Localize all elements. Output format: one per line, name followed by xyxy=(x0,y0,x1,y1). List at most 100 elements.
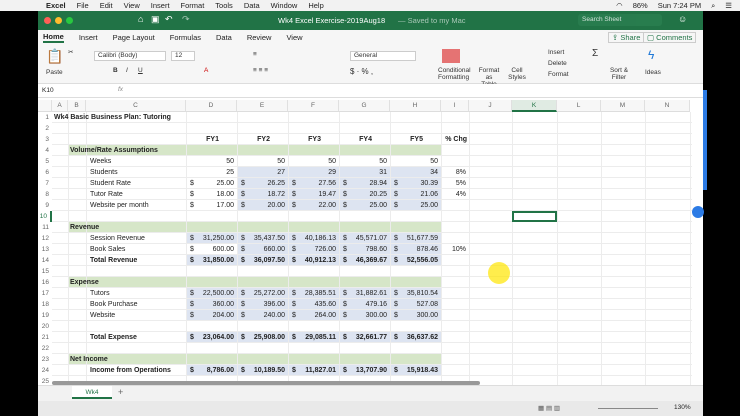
spotlight-icon[interactable]: ⌕ xyxy=(711,1,715,11)
value-cell[interactable]: 300.00 xyxy=(339,310,387,321)
value-cell[interactable]: 726.00 xyxy=(288,244,336,255)
bold-button[interactable]: B xyxy=(113,67,118,74)
value-cell[interactable]: 29,085.11 xyxy=(288,332,336,343)
conditional-formatting-button[interactable]: Conditional Formatting xyxy=(438,67,471,81)
value-cell[interactable]: 18.72 xyxy=(237,189,285,200)
value-cell[interactable]: 28.94 xyxy=(339,178,387,189)
column-header-m[interactable]: M xyxy=(601,100,645,112)
value-cell[interactable]: 10,189.50 xyxy=(237,365,285,376)
name-box[interactable]: K10 xyxy=(42,87,54,94)
value-cell[interactable]: 20.25 xyxy=(339,189,387,200)
value-cell[interactable]: 31,850.00 xyxy=(186,255,234,266)
menu-help[interactable]: Help xyxy=(308,1,323,10)
pct-change-cell[interactable]: 8% xyxy=(441,167,466,178)
value-cell[interactable]: 25,908.00 xyxy=(237,332,285,343)
row-header[interactable]: 9 xyxy=(38,200,52,211)
value-cell[interactable]: 8,786.00 xyxy=(186,365,234,376)
sort-filter-button[interactable]: Sort & Filter xyxy=(608,67,630,81)
align-top-icon[interactable]: ≡ xyxy=(253,51,257,58)
clock[interactable]: Sun 7:24 PM xyxy=(658,1,701,11)
autosum-icon[interactable]: Σ xyxy=(592,48,598,59)
close-window-button[interactable] xyxy=(44,17,51,24)
value-cell[interactable]: 31,250.00 xyxy=(186,233,234,244)
row-header[interactable]: 2 xyxy=(38,123,52,134)
value-cell[interactable]: 32,661.77 xyxy=(339,332,387,343)
value-cell[interactable]: 46,369.67 xyxy=(339,255,387,266)
row-header[interactable]: 1 xyxy=(38,112,52,123)
tab-home[interactable]: Home xyxy=(43,32,64,43)
italic-button[interactable]: I xyxy=(126,67,128,74)
value-cell[interactable]: 21.06 xyxy=(390,189,438,200)
column-header-k[interactable]: K xyxy=(512,100,557,112)
minimize-window-button[interactable] xyxy=(55,17,62,24)
row-header[interactable]: 7 xyxy=(38,178,52,189)
undo-icon[interactable]: ↶ xyxy=(165,14,173,25)
value-cell[interactable]: 50 xyxy=(288,156,336,167)
zoom-slider[interactable] xyxy=(598,408,658,409)
row-header[interactable]: 22 xyxy=(38,343,52,354)
column-header-h[interactable]: H xyxy=(390,100,441,112)
align-left-icon[interactable]: ≡ ≡ ≡ xyxy=(253,67,268,74)
menu-excel[interactable]: Excel xyxy=(46,1,66,10)
pct-change-cell[interactable]: 10% xyxy=(441,244,466,255)
menu-insert[interactable]: Insert xyxy=(151,1,170,10)
value-cell[interactable]: 20.00 xyxy=(237,200,285,211)
row-header[interactable]: 4 xyxy=(38,145,52,156)
share-button[interactable]: ⇪ Share xyxy=(608,32,645,43)
row-header[interactable]: 5 xyxy=(38,156,52,167)
value-cell[interactable]: 13,707.90 xyxy=(339,365,387,376)
value-cell[interactable]: 25,272.00 xyxy=(237,288,285,299)
underline-button[interactable]: U xyxy=(138,67,143,74)
value-cell[interactable]: 396.00 xyxy=(237,299,285,310)
value-cell[interactable]: 25.00 xyxy=(390,200,438,211)
value-cell[interactable]: 17.00 xyxy=(186,200,234,211)
value-cell[interactable]: 50 xyxy=(237,156,285,167)
value-cell[interactable]: 660.00 xyxy=(237,244,285,255)
value-cell[interactable]: 31 xyxy=(339,167,387,178)
menu-data[interactable]: Data xyxy=(244,1,260,10)
redo-icon[interactable]: ↷ xyxy=(182,14,190,25)
value-cell[interactable]: 50 xyxy=(339,156,387,167)
value-cell[interactable]: 34 xyxy=(390,167,438,178)
menu-tools[interactable]: Tools xyxy=(215,1,233,10)
column-header-f[interactable]: F xyxy=(288,100,339,112)
row-header[interactable]: 20 xyxy=(38,321,52,332)
column-header-n[interactable]: N xyxy=(645,100,690,112)
insert-cells-button[interactable]: Insert xyxy=(548,49,564,56)
value-cell[interactable]: 264.00 xyxy=(288,310,336,321)
row-header[interactable]: 23 xyxy=(38,354,52,365)
column-header-i[interactable]: I xyxy=(441,100,469,112)
ideas-button[interactable]: Ideas xyxy=(645,69,661,76)
delete-cells-button[interactable]: Delete xyxy=(548,60,567,67)
add-sheet-button[interactable]: + xyxy=(118,387,123,397)
row-header[interactable]: 19 xyxy=(38,310,52,321)
row-header[interactable]: 17 xyxy=(38,288,52,299)
tab-review[interactable]: Review xyxy=(247,33,272,42)
tab-view[interactable]: View xyxy=(286,33,302,42)
row-header[interactable]: 12 xyxy=(38,233,52,244)
sheet-tab-wk4[interactable]: Wk4 xyxy=(72,386,112,399)
row-header[interactable]: 6 xyxy=(38,167,52,178)
row-header[interactable]: 15 xyxy=(38,266,52,277)
value-cell[interactable]: 878.46 xyxy=(390,244,438,255)
row-header[interactable]: 21 xyxy=(38,332,52,343)
value-cell[interactable]: 25 xyxy=(186,167,234,178)
comments-button[interactable]: ▢ Comments xyxy=(643,32,697,43)
tab-data[interactable]: Data xyxy=(216,33,232,42)
value-cell[interactable]: 28,385.51 xyxy=(288,288,336,299)
column-header-e[interactable]: E xyxy=(237,100,288,112)
column-header-b[interactable]: B xyxy=(68,100,86,112)
value-cell[interactable]: 600.00 xyxy=(186,244,234,255)
value-cell[interactable]: 435.60 xyxy=(288,299,336,310)
value-cell[interactable]: 45,571.07 xyxy=(339,233,387,244)
value-cell[interactable]: 31,882.61 xyxy=(339,288,387,299)
normal-view-icon[interactable]: ▦ ▤ ▥ xyxy=(538,404,560,412)
value-cell[interactable]: 25.00 xyxy=(186,178,234,189)
conditional-formatting-icon[interactable] xyxy=(442,49,460,63)
row-header[interactable]: 14 xyxy=(38,255,52,266)
value-cell[interactable]: 527.08 xyxy=(390,299,438,310)
value-cell[interactable]: 35,810.54 xyxy=(390,288,438,299)
format-cells-button[interactable]: Format xyxy=(548,71,569,78)
column-header-d[interactable]: D xyxy=(186,100,237,112)
value-cell[interactable]: 22.00 xyxy=(288,200,336,211)
